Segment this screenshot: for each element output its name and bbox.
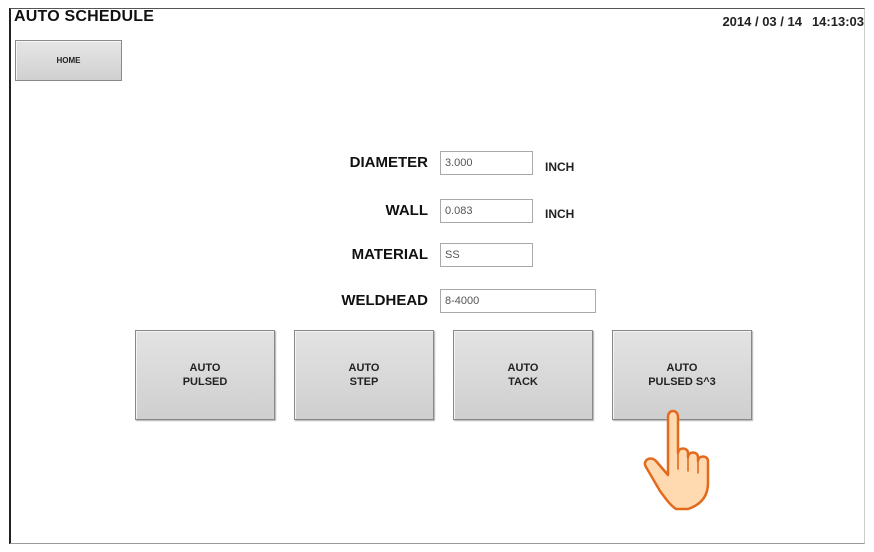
diameter-row: DIAMETER	[300, 151, 428, 175]
date-text: 2014 / 03 / 14	[722, 14, 802, 29]
auto-step-button[interactable]: AUTO STEP	[294, 330, 434, 420]
auto-schedule-screen: AUTO SCHEDULE 2014 / 03 / 14 14:13:03 HOM…	[0, 0, 874, 552]
button-line-1: AUTO	[189, 362, 221, 374]
button-line-1: AUTO	[348, 362, 380, 374]
diameter-label: DIAMETER	[349, 154, 428, 171]
time-text: 14:13:03	[811, 14, 864, 29]
page-title: AUTO SCHEDULE	[14, 8, 155, 25]
wall-field[interactable]	[440, 199, 533, 223]
auto-tack-button[interactable]: AUTO TACK	[453, 330, 593, 420]
home-button[interactable]: HOME	[15, 40, 122, 81]
wall-row: WALL	[300, 199, 429, 223]
diameter-unit: INCH	[545, 160, 575, 174]
wall-unit: INCH	[545, 207, 575, 221]
material-row: MATERIAL	[300, 243, 428, 267]
button-line-2: PULSED	[182, 376, 228, 388]
pointing-hand-icon	[643, 409, 710, 511]
button-line-1: AUTO	[507, 362, 539, 374]
button-line-1: AUTO	[666, 362, 698, 374]
button-line-2: TACK	[508, 376, 538, 388]
weldhead-row: WELDHEAD	[300, 289, 428, 313]
diameter-field[interactable]	[440, 151, 533, 175]
weldhead-label: WELDHEAD	[341, 292, 428, 309]
button-line-2: STEP	[349, 376, 379, 388]
screen-frame	[9, 8, 865, 544]
wall-label: WALL	[385, 202, 429, 219]
button-line-2: PULSED S^3	[648, 376, 716, 388]
material-field[interactable]	[440, 243, 533, 267]
datetime-display: 2014 / 03 / 14 14:13:03	[722, 14, 864, 29]
material-label: MATERIAL	[351, 246, 428, 263]
weldhead-field[interactable]	[440, 289, 596, 313]
auto-pulsed-button[interactable]: AUTO PULSED	[135, 330, 275, 420]
